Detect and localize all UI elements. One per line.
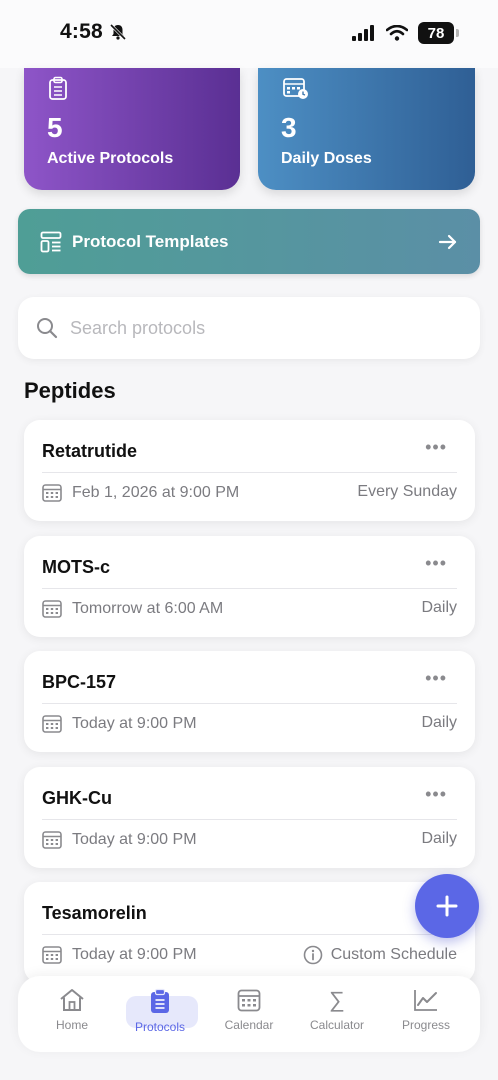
stat-label: Active Protocols [47,150,174,167]
peptide-card[interactable]: BPC-157 ••• Today at 9:00 PM Daily [24,651,475,752]
status-icons: 78 [352,22,459,44]
more-options-icon[interactable]: ••• [425,554,447,572]
peptide-card[interactable]: MOTS-c ••• Tomorrow at 6:00 AM Daily [24,536,475,637]
battery-level: 78 [427,24,445,42]
next-dose-text: Today at 9:00 PM [72,830,197,848]
more-options-icon[interactable]: ••• [425,785,447,803]
section-title: Peptides [24,378,116,403]
status-time-text: 4:58 [60,20,103,43]
template-icon [40,231,62,252]
next-dose: Feb 1, 2026 at 9:00 PM [42,483,239,502]
divider [42,819,457,820]
next-dose: Tomorrow at 6:00 AM [42,599,223,618]
dose-frequency: Every Sunday [357,483,457,500]
status-time: 4:58 [60,20,127,44]
nav-item-home[interactable]: Home [32,988,112,1042]
stat-value: 3 [281,112,297,143]
home-icon [60,989,84,1011]
calendar-icon [42,600,62,618]
clipboard-icon [49,76,67,100]
bell-muted-icon [109,23,126,41]
calendar-icon [237,989,261,1012]
peptide-card[interactable]: GHK-Cu ••• Today at 9:00 PM Daily [24,767,475,868]
stat-value: 5 [47,112,63,143]
next-dose: Today at 9:00 PM [42,714,197,733]
divider [42,703,457,704]
next-dose-text: Tomorrow at 6:00 AM [72,599,224,617]
nav-item-calculator[interactable]: ∑ Calculator [297,988,377,1042]
calendar-clock-icon [283,78,308,99]
battery-indicator: 78 [418,22,459,44]
stat-label: Daily Doses [281,150,372,167]
search-input[interactable] [70,317,462,339]
bottom-nav: Home Protocols Calendar ∑ Calculator Pro… [18,976,480,1052]
divider [42,472,457,473]
peptide-name: BPC-157 [42,672,117,692]
nav-label: Calculator [309,1018,365,1032]
nav-item-progress[interactable]: Progress [386,988,466,1042]
divider [42,588,457,589]
peptide-card[interactable]: Tesamorelin Today at 9:00 PM Custom Sche… [24,882,475,983]
dose-frequency-text: Custom Schedule [330,946,457,963]
dose-frequency: Daily [421,599,457,616]
nav-label: Home [55,1018,88,1032]
nav-label: Calendar [224,1018,274,1032]
wifi-icon [386,25,408,41]
stat-card-daily-doses[interactable]: 3 Daily Doses [258,68,475,190]
next-dose: Today at 9:00 PM [42,830,197,849]
signal-icon [352,25,374,41]
peptide-name: MOTS-c [42,557,111,577]
add-protocol-button[interactable] [415,874,479,938]
next-dose-text: Today at 9:00 PM [72,945,197,963]
dose-frequency: Daily [421,714,457,731]
more-options-icon[interactable]: ••• [425,669,447,687]
dose-frequency: Daily [421,830,457,847]
search-icon [37,318,58,339]
search-bar[interactable] [18,297,480,359]
info-icon [303,945,323,965]
chart-line-icon [414,990,437,1011]
clipboard-icon [151,988,169,1013]
peptide-name: Tesamorelin [42,903,147,923]
nav-item-calendar[interactable]: Calendar [209,988,289,1042]
calendar-icon [42,831,62,849]
stat-card-active-protocols[interactable]: 5 Active Protocols [24,68,240,190]
calendar-icon [42,715,62,733]
calendar-icon [42,946,62,964]
more-options-icon[interactable]: ••• [425,438,447,456]
dose-frequency: Custom Schedule [303,945,457,965]
nav-label: Progress [401,1018,451,1032]
arrow-right-icon [438,234,457,249]
peptide-name: GHK-Cu [42,788,112,808]
protocol-templates-button[interactable]: Protocol Templates [18,209,480,274]
peptide-card[interactable]: Retatrutide ••• Feb 1, 2026 at 9:00 PM E… [24,420,475,521]
calendar-icon [42,484,62,502]
protocol-templates-label: Protocol Templates [72,231,229,251]
next-dose-text: Feb 1, 2026 at 9:00 PM [72,483,240,501]
nav-item-protocols[interactable]: Protocols [120,988,200,1042]
status-bar: 4:58 78 [0,0,498,68]
nav-label: Protocols [134,1020,186,1034]
plus-icon [436,895,458,917]
divider [42,934,457,935]
next-dose-text: Today at 9:00 PM [72,714,197,732]
sigma-icon: ∑ [329,987,345,1012]
peptide-name: Retatrutide [42,441,138,461]
next-dose: Today at 9:00 PM [42,945,197,964]
